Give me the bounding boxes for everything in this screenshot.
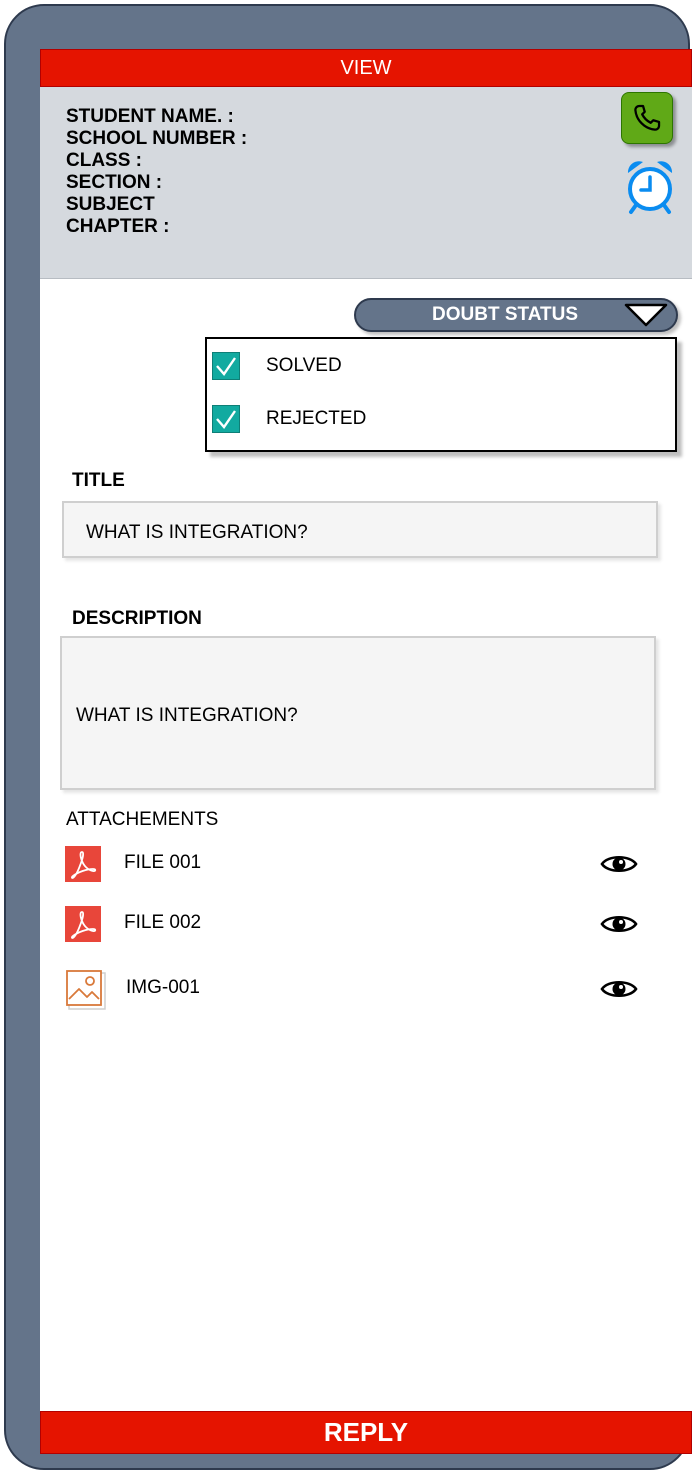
eye-icon[interactable]	[600, 977, 638, 1001]
student-info-panel: STUDENT NAME. : SCHOOL NUMBER : CLASS : …	[40, 87, 692, 279]
doubt-status-dropdown[interactable]: DOUBT STATUS	[354, 298, 678, 332]
attachment-file-002[interactable]: FILE 002	[40, 906, 692, 946]
description-value: WHAT IS INTEGRATION?	[76, 705, 298, 726]
student-info-list: STUDENT NAME. : SCHOOL NUMBER : CLASS : …	[66, 106, 247, 238]
pdf-file-icon	[65, 906, 101, 942]
title-value: WHAT IS INTEGRATION?	[86, 522, 308, 543]
alarm-clock-icon[interactable]	[624, 157, 676, 215]
school-number-label: SCHOOL NUMBER :	[66, 128, 248, 149]
phone-frame: VIEW STUDENT NAME. : SCHOOL NUMBER : CLA…	[4, 4, 692, 1470]
option-rejected[interactable]: REJECTED	[212, 404, 366, 434]
attachment-name: IMG-001	[126, 977, 200, 998]
description-label: DESCRIPTION	[72, 608, 202, 629]
screen: VIEW STUDENT NAME. : SCHOOL NUMBER : CLA…	[40, 49, 692, 1454]
subject-label: SUBJECT	[66, 194, 155, 215]
checkmark-icon	[216, 357, 236, 376]
phone-icon	[634, 104, 661, 131]
image-file-icon	[66, 970, 106, 1010]
description-field[interactable]: WHAT IS INTEGRATION?	[60, 636, 656, 790]
title-label: TITLE	[72, 470, 125, 491]
attachments-heading: ATTACHEMENTS	[66, 809, 219, 830]
student-name-label: STUDENT NAME. :	[66, 106, 234, 127]
caret-down-icon	[624, 303, 668, 327]
doubt-status-label: DOUBT STATUS	[432, 304, 579, 325]
chapter-label: CHAPTER :	[66, 216, 170, 237]
class-label: CLASS :	[66, 150, 142, 171]
attachment-name: FILE 002	[124, 912, 202, 933]
option-solved-label: SOLVED	[266, 355, 342, 376]
eye-icon[interactable]	[600, 852, 638, 876]
title-field[interactable]: WHAT IS INTEGRATION?	[62, 501, 658, 558]
view-header: VIEW	[40, 49, 692, 87]
option-solved[interactable]: SOLVED	[212, 351, 342, 381]
attachment-name: FILE 001	[124, 852, 202, 873]
eye-icon[interactable]	[600, 912, 638, 936]
reply-label: REPLY	[323, 1417, 409, 1447]
doubt-status-options: SOLVED REJECTED	[205, 337, 677, 452]
option-rejected-label: REJECTED	[266, 408, 367, 429]
attachment-file-001[interactable]: FILE 001	[40, 846, 692, 886]
solved-checkbox[interactable]	[212, 352, 240, 380]
header-title: VIEW	[340, 56, 392, 79]
rejected-checkbox[interactable]	[212, 405, 240, 433]
call-button[interactable]	[621, 92, 673, 144]
checkmark-icon	[216, 410, 236, 429]
attachment-img-001[interactable]: IMG-001	[40, 970, 692, 1011]
reply-button[interactable]: REPLY	[40, 1411, 692, 1454]
pdf-file-icon	[65, 846, 101, 882]
section-label: SECTION :	[66, 172, 163, 193]
